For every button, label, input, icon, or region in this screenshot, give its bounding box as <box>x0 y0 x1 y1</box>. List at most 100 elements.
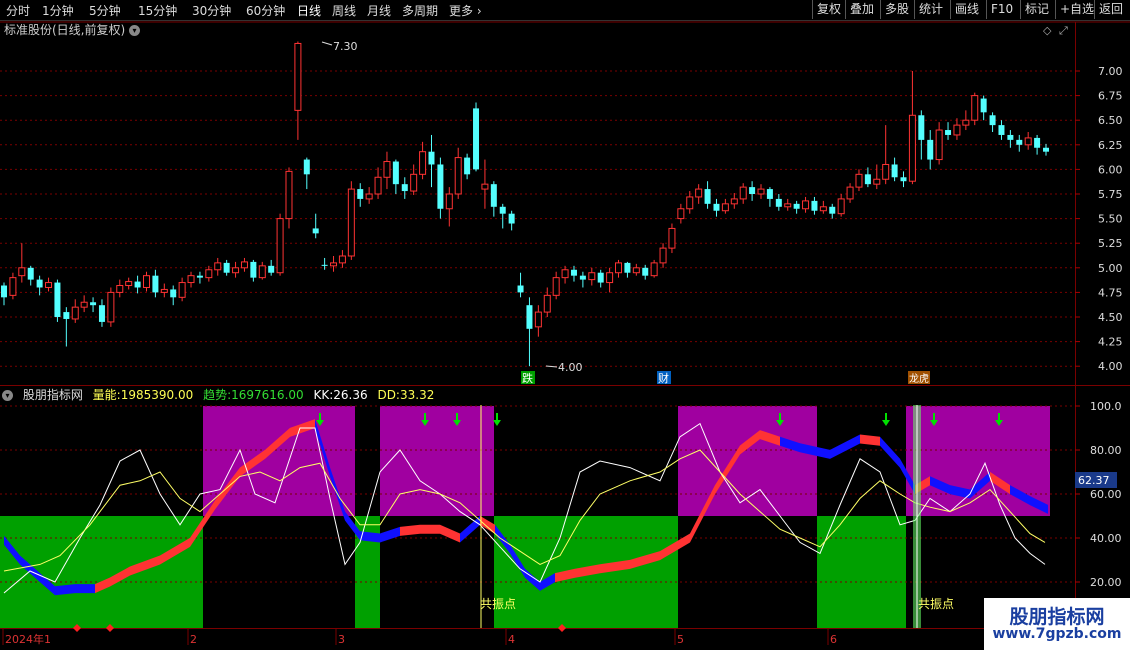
ribbon-segment <box>290 419 315 437</box>
candle-body-up <box>739 186 747 200</box>
candle-body-down <box>918 115 925 140</box>
liang-value: 1985390.00 <box>120 388 194 402</box>
kk-line <box>3 422 1046 594</box>
down-arrow-head <box>493 420 501 426</box>
candle-body-up <box>855 173 863 188</box>
x-tick-label: 5 <box>677 633 684 646</box>
candle-body-up <box>882 163 890 180</box>
period-toolbar: 分时 1分钟 5分钟 15分钟 30分钟 60分钟 日线 周线 月线 多周期 更… <box>0 0 1130 21</box>
ribbon-segment <box>600 559 630 574</box>
marker-longhu-bg <box>908 371 930 384</box>
candle-body-down <box>1007 134 1014 140</box>
f10-button[interactable]: F10 <box>986 0 1017 19</box>
dd-value: 33.32 <box>399 388 435 402</box>
candle-body-up <box>784 203 792 208</box>
liang-label: 量能: <box>92 388 121 402</box>
candle-body-up <box>232 267 240 274</box>
green-zone <box>494 516 678 628</box>
chevron-down-icon[interactable]: ▾ <box>129 25 141 36</box>
current-value: 62.37 <box>1078 474 1110 487</box>
down-arrow-head <box>882 420 890 426</box>
ribbon-segment <box>1010 485 1030 506</box>
candle-body-down <box>54 282 61 317</box>
candle-body-up <box>962 119 970 126</box>
fuquan-button[interactable]: 复权 <box>812 0 845 19</box>
candle-body-down <box>927 139 934 160</box>
ribbon-segment <box>110 566 130 587</box>
ribbon-segment <box>780 436 800 453</box>
candle-body-up <box>107 291 115 323</box>
candle-body-down <box>517 285 524 293</box>
down-arrow-head <box>316 420 324 426</box>
candle-body-down <box>499 206 506 214</box>
qushi-value: 1697616.00 <box>231 388 304 402</box>
down-arrow-head <box>421 420 429 426</box>
tongji-button[interactable]: 统计 <box>914 0 947 19</box>
chevron-down-icon[interactable]: ▾ <box>2 390 13 401</box>
tab-monthly[interactable]: 月线 <box>367 2 391 19</box>
chart-canvas: 7.00 6.75 6.50 6.25 6.00 5.75 5.50 5.25 5.00 4.75… <box>0 21 1130 646</box>
ribbon-segment <box>440 524 460 543</box>
candle-body-down <box>624 262 631 273</box>
back-button[interactable]: 返回 <box>1094 0 1127 19</box>
biaoji-button[interactable]: 标记 <box>1020 0 1053 19</box>
chevron-right-icon: › <box>476 4 482 18</box>
tab-weekly[interactable]: 周线 <box>332 2 356 19</box>
candle-body-up <box>9 277 17 296</box>
indicator-lines <box>3 422 1046 594</box>
candle-body-down <box>891 164 898 178</box>
ribbon-segment <box>480 515 495 534</box>
candle-body-down <box>980 98 987 113</box>
main-y-tick-label: 4.00 <box>1098 360 1123 373</box>
candle-body-down <box>223 262 230 273</box>
watermark: 股朋指标网 www.7gpzb.com <box>984 598 1130 650</box>
add-watchlist-button[interactable]: +自选 <box>1055 0 1098 19</box>
red-diamond-marker <box>558 624 566 632</box>
ribbon-segment <box>555 568 575 583</box>
purple-zone <box>906 406 1050 516</box>
candle-body-down <box>437 164 444 209</box>
dd-label: DD: <box>377 388 400 402</box>
tab-15min[interactable]: 15分钟 <box>138 2 177 19</box>
duogu-button[interactable]: 多股 <box>880 0 913 19</box>
marker-cai-bg <box>657 371 671 384</box>
tab-5min[interactable]: 5分钟 <box>89 2 121 19</box>
candle-body-down <box>508 213 515 224</box>
main-grid <box>0 70 1075 367</box>
candle-body-up <box>374 176 382 195</box>
ribbon-segment <box>525 568 540 591</box>
indicator-ribbon <box>4 419 1048 596</box>
candlesticks <box>1 41 1049 367</box>
candle-body-up <box>873 178 881 185</box>
green-zone <box>355 516 380 628</box>
candle-body-up <box>561 269 569 279</box>
x-tick-label: 4 <box>508 633 515 646</box>
indicator-y-tick-label: 40.00 <box>1090 532 1122 545</box>
main-y-tick-label: 5.00 <box>1098 262 1123 275</box>
purple-zone <box>203 406 355 516</box>
tab-more-label: 更多 <box>449 4 474 18</box>
ribbon-segment <box>265 427 290 459</box>
tab-multi-period[interactable]: 多周期 <box>402 2 438 19</box>
ribbon-segment <box>990 471 1010 495</box>
x-axis: 2024年1 2 3 4 5 6 <box>2 624 837 646</box>
tab-daily[interactable]: 日线 <box>297 2 321 19</box>
huaxian-button[interactable]: 画线 <box>950 0 983 19</box>
tab-more[interactable]: 更多 › <box>449 2 482 19</box>
candle-body-up <box>802 200 810 210</box>
diejia-button[interactable]: 叠加 <box>845 0 878 19</box>
indicator-y-tick-label: 60.00 <box>1090 488 1122 501</box>
ribbon-segment <box>95 577 110 594</box>
tab-30min[interactable]: 30分钟 <box>192 2 231 19</box>
candle-body-down <box>1043 147 1049 152</box>
tab-60min[interactable]: 60分钟 <box>246 2 285 19</box>
indicator-arrows <box>316 413 1003 426</box>
ribbon-segment <box>930 476 950 495</box>
tab-fenshi[interactable]: 分时 <box>6 2 30 19</box>
ribbon-segment <box>190 500 215 547</box>
candle-body-up <box>294 42 302 111</box>
ribbon-segment <box>55 584 75 596</box>
candle-body-up <box>721 203 729 212</box>
down-arrow-head <box>995 420 1003 426</box>
tab-1min[interactable]: 1分钟 <box>42 2 74 19</box>
